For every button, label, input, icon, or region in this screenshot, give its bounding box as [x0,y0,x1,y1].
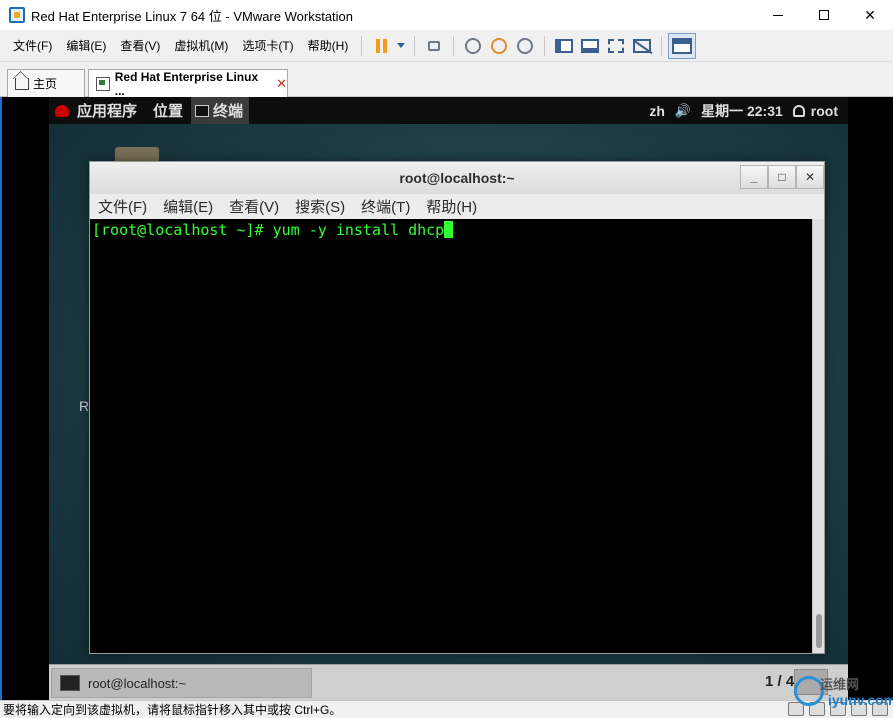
tab-bar: 主页 Red Hat Enterprise Linux ... ✕ [0,63,893,98]
show-library-button[interactable] [551,34,577,58]
active-app-terminal[interactable]: 终端 [191,97,250,124]
tab-home[interactable]: 主页 [7,69,85,97]
full-screen-icon [608,38,625,53]
menubar: 文件(F) 编辑(E) 查看(V) 虚拟机(M) 选项卡(T) 帮助(H) [0,30,893,62]
thumbnail-bar-icon [581,38,600,53]
menu-view[interactable]: 查看(V) [113,37,167,54]
tab-home-label: 主页 [33,77,58,91]
user-menu[interactable]: root [811,103,838,119]
revert-snapshot-button[interactable] [486,34,512,58]
tab-close-button[interactable]: ✕ [276,76,287,92]
terminal-icon [60,675,80,691]
menu-tabs[interactable]: 选项卡(T) [235,37,300,54]
taskbar-terminal-item[interactable]: root@localhost:~ [51,668,312,698]
gnome-bottom-bar: root@localhost:~ 1 / 4 [49,664,848,700]
snapshot-manager-button[interactable] [512,34,538,58]
maximize-icon [819,10,829,20]
terminal-title: root@localhost:~ [399,170,515,186]
minimize-button[interactable] [755,0,801,30]
tab-vm[interactable]: Red Hat Enterprise Linux ... ✕ [88,69,288,98]
input-method-indicator[interactable]: zh [649,103,665,119]
toolbar-separator [453,35,455,56]
snapshot-manager-icon [517,37,534,54]
desktop-icon-label: R [79,398,90,414]
pause-icon [375,38,387,53]
maximize-button[interactable] [801,0,847,30]
menu-vm[interactable]: 虚拟机(M) [167,37,235,54]
toolbar-separator [544,35,546,56]
status-message: 要将输入定向到该虚拟机，请将鼠标指针移入其中或按 Ctrl+G。 [3,703,342,717]
vmware-app-icon [9,7,25,23]
terminal-screen[interactable]: [root@localhost ~]# yum -y install dhcp [90,219,812,653]
terminal-command-line: [root@localhost ~]# yum -y install dhcp [92,221,445,239]
applications-menu[interactable]: 应用程序 [77,100,137,121]
watermark: 运维网 iyunv.com [790,672,893,712]
console-view-button[interactable] [668,32,697,59]
watermark-text: 运维网 [820,677,860,692]
power-dropdown-button[interactable] [394,34,408,58]
terminal-window-controls: _ □ ✕ [740,165,824,189]
clock[interactable]: 星期一 22:31 [701,101,783,121]
terminal-menu-terminal[interactable]: 终端(T) [361,196,410,217]
terminal-maximize-button[interactable]: □ [768,165,796,189]
status-bar: 要将输入定向到该虚拟机，请将鼠标指针移入其中或按 Ctrl+G。 [0,700,893,718]
toolbar-separator [661,35,663,56]
window-controls: ✕ [755,0,893,30]
network-icon [428,40,441,51]
minimize-icon [773,14,783,16]
system-tray: zh 🔊 星期一 22:31 root [649,97,848,124]
tab-vm-label: Red Hat Enterprise Linux ... [114,69,259,98]
menu-file[interactable]: 文件(F) [6,37,59,54]
home-icon [15,77,29,90]
watermark-url: iyunv.com [828,692,893,708]
close-button[interactable]: ✕ [847,0,893,30]
terminal-menu-edit[interactable]: 编辑(E) [163,196,213,217]
window-title: Red Hat Enterprise Linux 7 64 位 - VMware… [31,8,354,24]
gnome-top-bar: 应用程序 位置 终端 zh 🔊 星期一 22:31 root [49,97,848,124]
terminal-close-button[interactable]: ✕ [796,165,824,189]
chevron-down-icon [397,43,406,48]
terminal-titlebar[interactable]: root@localhost:~ _ □ ✕ [90,162,824,194]
vm-icon [96,76,110,91]
redhat-logo-icon [55,104,69,117]
terminal-menubar: 文件(F) 编辑(E) 查看(V) 搜索(S) 终端(T) 帮助(H) [90,194,824,219]
full-screen-button[interactable] [603,34,629,58]
terminal-scrollbar[interactable] [812,219,824,653]
places-menu[interactable]: 位置 [153,100,183,121]
revert-snapshot-icon [491,37,508,54]
toolbar-separator [414,35,416,56]
console-view-icon [672,37,693,54]
terminal-menu-search[interactable]: 搜索(S) [295,196,345,217]
terminal-window[interactable]: root@localhost:~ _ □ ✕ 文件(F) 编辑(E) 查看(V)… [89,161,825,654]
menu-edit[interactable]: 编辑(E) [59,37,113,54]
terminal-minimize-button[interactable]: _ [740,165,768,189]
toolbar-separator [361,35,363,56]
unity-icon [633,38,652,53]
terminal-icon [195,104,210,117]
terminal-cursor [444,221,454,238]
terminal-scrollbar-thumb[interactable] [816,614,822,648]
pause-button[interactable] [368,34,394,58]
volume-icon[interactable]: 🔊 [675,103,691,119]
taskbar-item-label: root@localhost:~ [88,675,187,691]
terminal-menu-file[interactable]: 文件(F) [98,196,147,217]
active-app-label: 终端 [213,103,244,120]
snapshot-icon [465,37,482,54]
snapshot-button[interactable] [460,34,486,58]
user-icon [792,104,805,117]
vm-left-edge [0,97,2,700]
window-titlebar: Red Hat Enterprise Linux 7 64 位 - VMware… [0,0,893,30]
unity-button[interactable] [629,34,655,58]
terminal-menu-help[interactable]: 帮助(H) [426,196,477,217]
menu-help[interactable]: 帮助(H) [301,37,356,54]
show-thumbnail-bar-button[interactable] [577,34,603,58]
send-ctrl-alt-del-button[interactable] [421,34,447,58]
library-panel-icon [555,38,574,53]
terminal-menu-view[interactable]: 查看(V) [229,196,279,217]
